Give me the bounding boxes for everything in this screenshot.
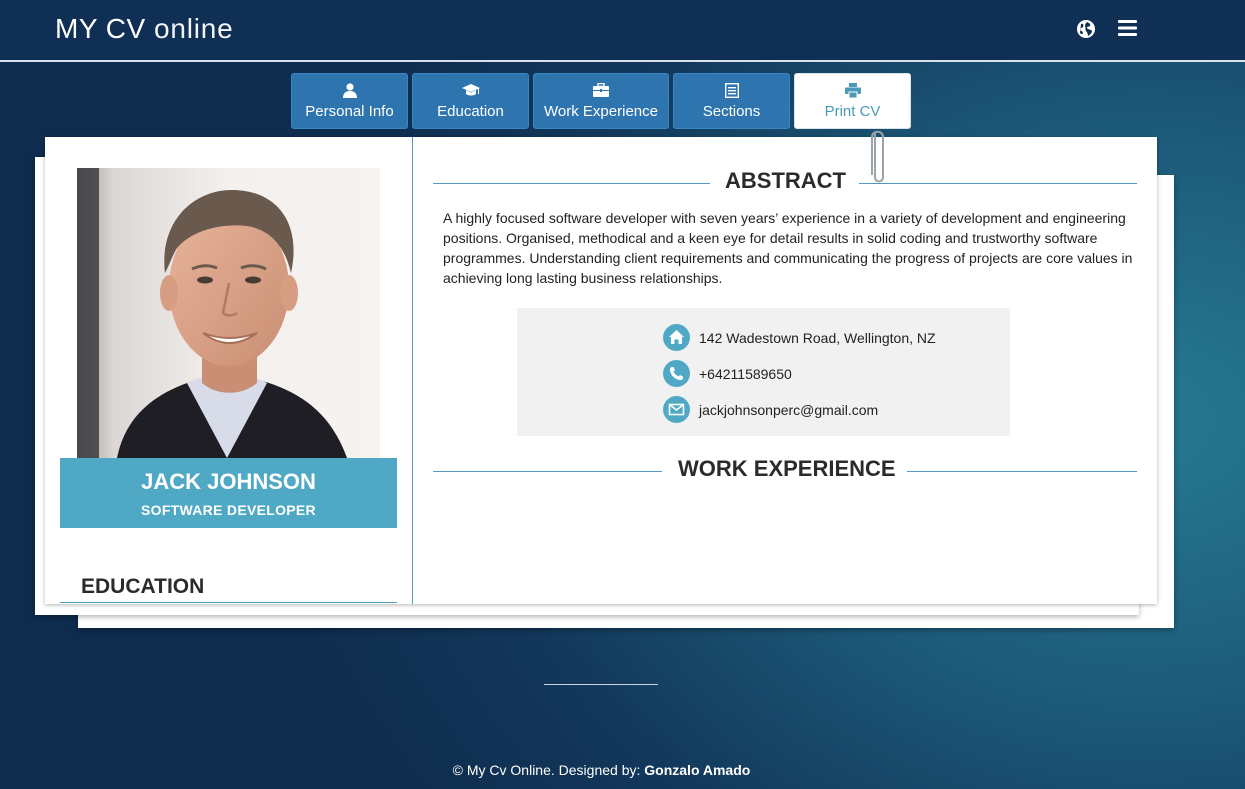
education-underline <box>60 602 397 603</box>
list-icon <box>674 82 789 99</box>
abstract-title: ABSTRACT <box>725 168 846 193</box>
profile-role: SOFTWARE DEVELOPER <box>141 502 316 518</box>
header-rule-left <box>433 471 662 472</box>
briefcase-icon <box>534 82 668 99</box>
header-rule-left <box>433 183 710 184</box>
footer-copyright: © My Cv Online. Designed by: <box>452 762 645 778</box>
name-plate: JACK JOHNSON SOFTWARE DEVELOPER <box>60 458 397 528</box>
tab-sections[interactable]: Sections <box>673 73 790 129</box>
tab-label: Education <box>437 103 504 120</box>
logo-text: MY CV <box>55 13 154 44</box>
column-divider <box>412 137 413 604</box>
contact-address: 142 Wadestown Road, Wellington, NZ <box>699 330 936 346</box>
tab-label: Sections <box>702 103 761 120</box>
footer: © My Cv Online. Designed by: Gonzalo Ama… <box>0 762 1203 778</box>
tab-label: Print CV <box>824 103 881 120</box>
tab-work-experience[interactable]: Work Experience <box>533 73 669 129</box>
cv-document: JACK JOHNSON SOFTWARE DEVELOPER EDUCATIO… <box>45 137 1157 604</box>
education-heading: EDUCATION <box>81 575 205 598</box>
site-logo[interactable]: MY CV online <box>55 13 233 45</box>
contact-email[interactable]: jackjohnsonperc@gmail.com <box>699 402 878 418</box>
globe-icon[interactable] <box>1076 19 1096 44</box>
phone-icon <box>663 360 690 387</box>
envelope-icon <box>663 396 690 423</box>
printer-icon <box>795 83 910 99</box>
footer-divider <box>544 684 658 685</box>
contact-phone: +64211589650 <box>699 366 792 382</box>
tab-personal-info[interactable]: Personal Info <box>291 73 408 129</box>
header-rule-right <box>907 471 1137 472</box>
graduation-cap-icon <box>413 83 528 99</box>
logo-text-online: online <box>153 13 234 44</box>
tab-label: Personal Info <box>305 103 394 120</box>
paperclip-icon <box>870 127 888 194</box>
abstract-text: A highly focused software developer with… <box>443 210 1133 286</box>
header-rule-right <box>859 183 1137 184</box>
contact-box: 142 Wadestown Road, Wellington, NZ +6421… <box>517 308 1010 436</box>
work-experience-header: WORK EXPERIENCE <box>433 456 1137 486</box>
profile-photo <box>77 168 380 458</box>
user-icon <box>292 83 407 99</box>
tab-label: Work Experience <box>544 103 658 120</box>
footer-author-link[interactable]: Gonzalo Amado <box>644 762 750 778</box>
tab-print-cv[interactable]: Print CV <box>794 73 911 129</box>
home-icon <box>663 324 690 351</box>
work-experience-title: WORK EXPERIENCE <box>678 456 896 481</box>
profile-name: JACK JOHNSON <box>141 469 316 494</box>
tab-education[interactable]: Education <box>412 73 529 129</box>
hamburger-menu-icon[interactable] <box>1118 19 1137 42</box>
abstract-header: ABSTRACT <box>433 168 1137 198</box>
top-navbar: MY CV online <box>0 0 1245 62</box>
